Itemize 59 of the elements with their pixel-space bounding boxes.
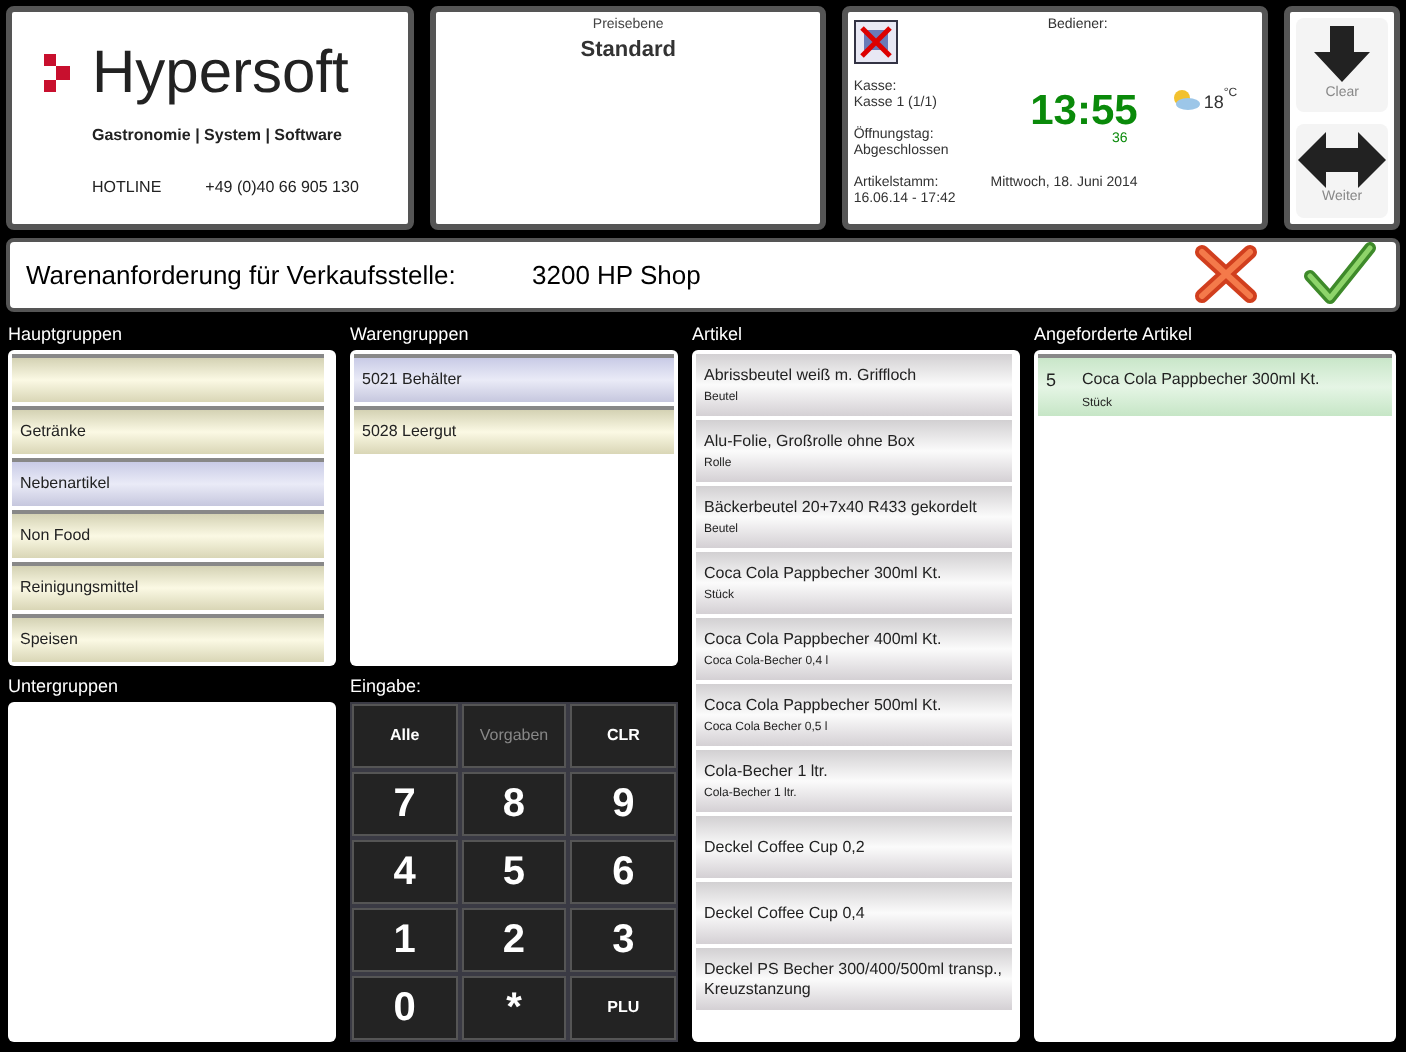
section-heading: Warengruppen: [350, 322, 471, 348]
main-group-item[interactable]: Getränke: [12, 406, 324, 454]
confirm-icon[interactable]: [1304, 242, 1376, 307]
main-group-item[interactable]: Non Food: [12, 510, 324, 558]
cancel-icon[interactable]: [1192, 244, 1260, 305]
main-group-item[interactable]: [12, 354, 324, 402]
hotline-label: HOTLINE: [92, 176, 162, 200]
article-name: Alu-Folie, Großrolle ohne Box: [704, 431, 917, 451]
keypad-key[interactable]: PLU: [570, 976, 676, 1040]
keypad-key[interactable]: 9: [570, 772, 676, 836]
keypad-key[interactable]: 3: [570, 908, 676, 972]
article-item[interactable]: Deckel Coffee Cup 0,4: [696, 882, 1012, 944]
logo-icon: [44, 54, 72, 94]
main-group-item[interactable]: Speisen: [12, 614, 324, 662]
article-name: Deckel Coffee Cup 0,4: [704, 903, 867, 923]
article-name: Coca Cola Pappbecher 300ml Kt.: [1082, 368, 1320, 392]
article-name: Cola-Becher 1 ltr.: [704, 761, 830, 781]
article-name: Deckel Coffee Cup 0,2: [704, 837, 867, 857]
logo-text: Hypersoft: [92, 44, 349, 104]
clock-time: 13:55: [1030, 92, 1138, 132]
section-heading: Artikel: [692, 322, 745, 348]
goods-group-item[interactable]: 5021 Behälter: [354, 354, 674, 402]
keypad-key[interactable]: 1: [352, 908, 458, 972]
keypad-key[interactable]: Alle: [352, 704, 458, 768]
keypad-key[interactable]: 6: [570, 840, 676, 904]
keypad-key[interactable]: 4: [352, 840, 458, 904]
keypad-key[interactable]: 5: [461, 840, 567, 904]
article-item[interactable]: Deckel PS Becher 300/400/500ml transp., Kreuzstanzung: [696, 948, 1012, 1010]
printer-crossed-icon[interactable]: [853, 20, 898, 64]
store-name: 3200 HP Shop: [532, 257, 701, 294]
keypad-key[interactable]: 7: [352, 772, 458, 836]
section-heading: Eingabe:: [350, 674, 424, 700]
keypad-key[interactable]: 2: [461, 908, 567, 972]
article-name: Bäckerbeutel 20+7x40 R433 gekordelt: [704, 497, 979, 517]
keypad-key[interactable]: CLR: [570, 704, 676, 768]
price-level-value: Standard: [580, 37, 676, 65]
temperature-value: 18: [1203, 94, 1224, 110]
keypad-key[interactable]: 0: [352, 976, 458, 1040]
sun-cloud-icon: [1169, 88, 1200, 110]
article-name: Abrissbeutel weiß m. Griffloch: [704, 365, 919, 385]
article-name: Coca Cola Pappbecher 300ml Kt.: [704, 563, 944, 583]
main-group-item[interactable]: Reinigungsmittel: [12, 562, 324, 610]
keypad-key[interactable]: 8: [461, 772, 567, 836]
section-heading: Angeforderte Artikel: [1034, 322, 1195, 348]
keypad-key[interactable]: *: [461, 976, 567, 1040]
article-name: Coca Cola Pappbecher 500ml Kt.: [704, 695, 944, 715]
tagline: Gastronomie | System | Software: [92, 124, 344, 148]
down-arrow-icon: [1312, 24, 1373, 85]
main-group-item[interactable]: Nebenartikel: [12, 458, 324, 506]
item-quantity: 5: [1046, 368, 1059, 394]
hotline-number: +49 (0)40 66 905 130: [205, 176, 359, 200]
article-name: Coca Cola Pappbecher 400ml Kt.: [704, 629, 944, 649]
article-name: Deckel PS Becher 300/400/500ml transp., Kreuzstanzung: [704, 959, 1004, 999]
goods-group-item[interactable]: 5028 Leergut: [354, 406, 674, 454]
section-heading: Untergruppen: [8, 674, 121, 700]
title-label: Warenanforderung für Verkaufsstelle:: [26, 257, 458, 294]
section-heading: Hauptgruppen: [8, 322, 125, 348]
article-item[interactable]: Deckel Coffee Cup 0,2: [696, 816, 1012, 878]
left-right-arrow-icon: [1298, 132, 1387, 189]
